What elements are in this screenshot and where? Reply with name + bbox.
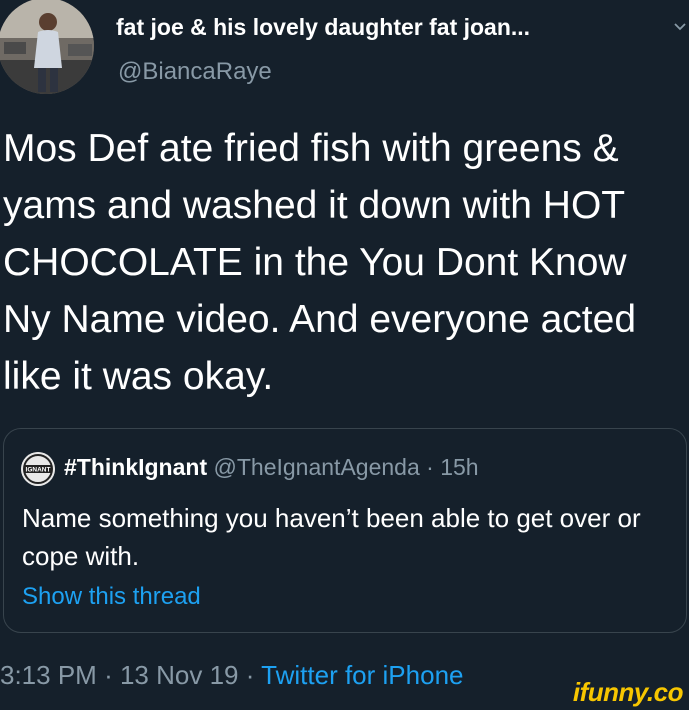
- quoted-tweet-card[interactable]: IGNANT #ThinkIgnant @TheIgnantAgenda · 1…: [3, 428, 687, 633]
- ignant-logo-text: IGNANT: [26, 467, 51, 474]
- tweet-source-link[interactable]: Twitter for iPhone: [261, 660, 463, 690]
- tweet-time[interactable]: 3:13 PM: [0, 660, 97, 690]
- source-separator: ·: [245, 660, 255, 690]
- chevron-down-icon[interactable]: [673, 20, 687, 34]
- quoted-avatar[interactable]: IGNANT: [21, 452, 55, 486]
- tweet-text: Mos Def ate fried fish with greens & yam…: [3, 127, 637, 398]
- user-handle[interactable]: @BiancaRaye: [118, 58, 272, 86]
- quoted-header: #ThinkIgnant @TheIgnantAgenda · 15h: [64, 454, 479, 481]
- quoted-handle[interactable]: @TheIgnantAgenda: [214, 454, 420, 480]
- quoted-name[interactable]: #ThinkIgnant: [64, 454, 207, 480]
- ignant-logo-icon: IGNANT: [21, 452, 55, 486]
- timestamp-separator: ·: [104, 660, 113, 690]
- quoted-text: Name something you haven’t been able to …: [22, 503, 641, 571]
- tweet-date[interactable]: 13 Nov 19: [120, 660, 239, 690]
- profile-photo-icon: [0, 0, 94, 94]
- quoted-separator: ·: [426, 454, 434, 480]
- quoted-age[interactable]: 15h: [440, 454, 478, 480]
- tweet-timestamp: 3:13 PM · 13 Nov 19 · Twitter for iPhone: [0, 660, 463, 691]
- ifunny-watermark: ifunny.co: [572, 677, 684, 707]
- display-name[interactable]: fat joe & his lovely daughter fat joan..…: [116, 14, 530, 41]
- avatar[interactable]: [0, 0, 94, 94]
- show-thread-link[interactable]: Show this thread: [22, 583, 201, 611]
